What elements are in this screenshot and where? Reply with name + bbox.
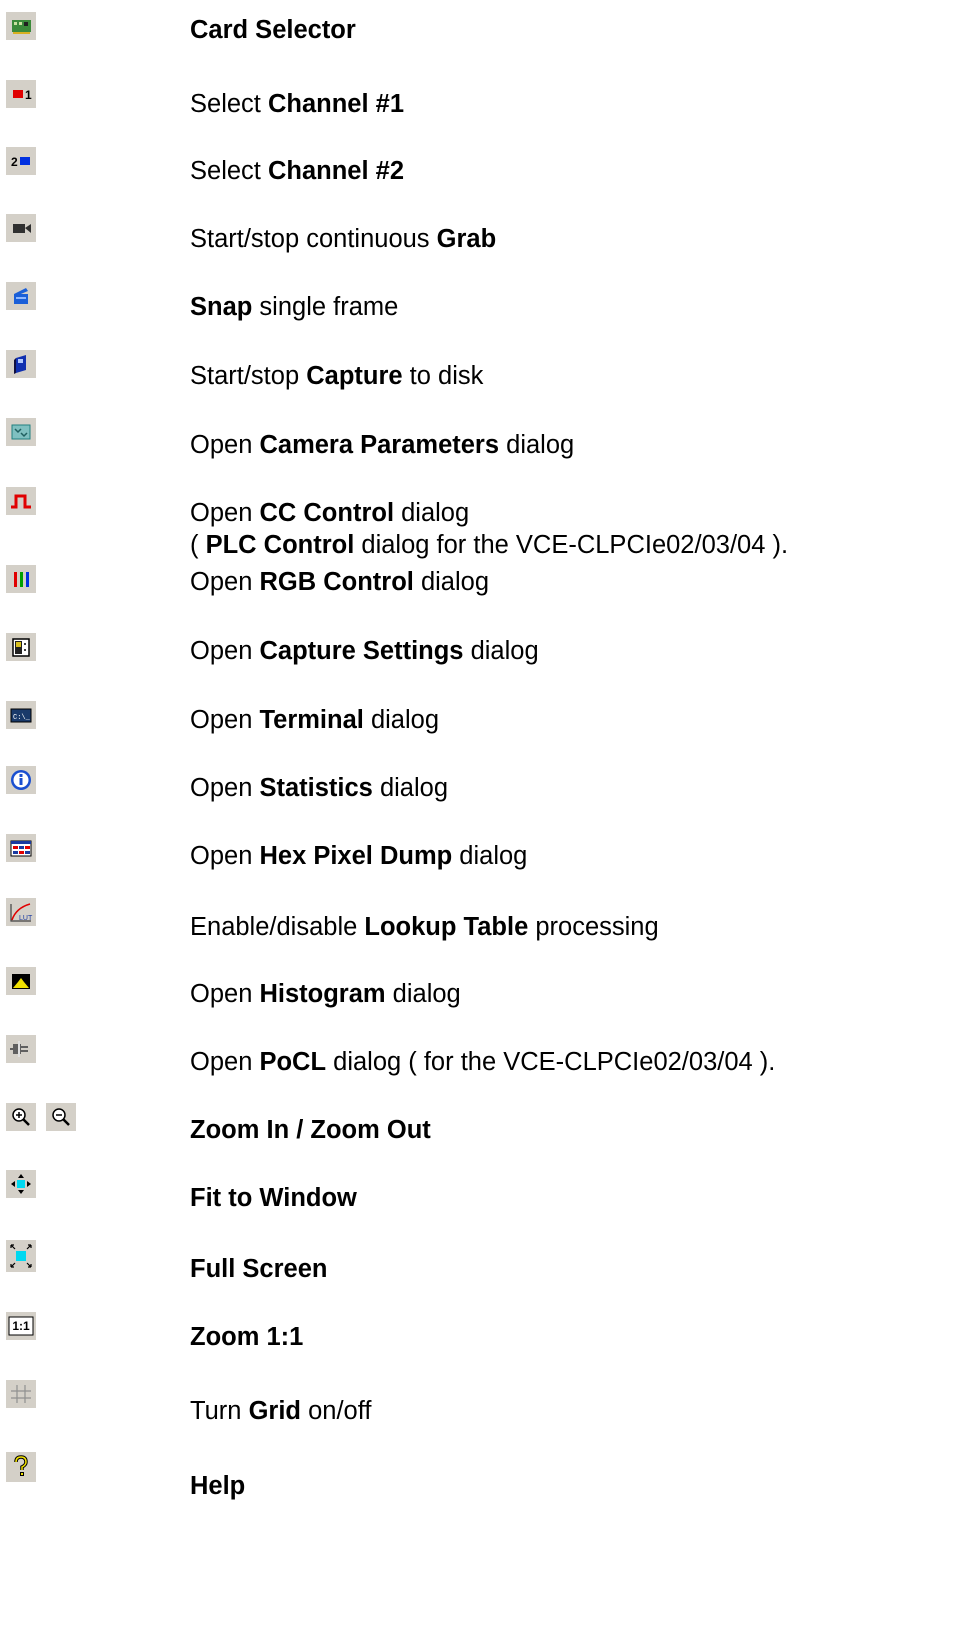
legend-text: Open Terminal dialog <box>190 706 440 734</box>
terminal-icon[interactable]: C:\_ <box>6 701 36 729</box>
zoom-1-1-icon-label: 1:1 <box>12 1319 30 1333</box>
legend-text: Snap single frame <box>190 293 399 321</box>
capture-icon[interactable] <box>6 350 36 378</box>
legend-text: Turn Grid on/off <box>190 1397 372 1425</box>
legend-text: Full Screen <box>190 1255 328 1283</box>
grid-icon[interactable] <box>6 1380 36 1408</box>
svg-text:1: 1 <box>25 88 32 102</box>
full-screen-icon[interactable] <box>6 1240 36 1272</box>
svg-text:2: 2 <box>11 155 18 169</box>
legend-text: Open Histogram dialog <box>190 980 461 1008</box>
zoom-1-1-icon[interactable]: 1:1 <box>6 1312 36 1340</box>
channel-2-icon[interactable]: 2 <box>6 147 36 175</box>
channel-1-icon[interactable]: 1 <box>6 80 36 108</box>
legend-text: Open Camera Parameters dialog <box>190 431 575 459</box>
help-icon[interactable] <box>6 1452 36 1482</box>
card-selector-icon[interactable] <box>6 12 36 40</box>
rgb-control-icon[interactable] <box>6 565 36 593</box>
legend-text: Open PoCL dialog ( for the VCE-CLPCIe02/… <box>190 1048 776 1076</box>
legend-text: Start/stop continuous Grab <box>190 225 497 253</box>
legend-text: Zoom In / Zoom Out <box>190 1116 431 1144</box>
legend-text: Open Hex Pixel Dump dialog <box>190 842 528 870</box>
svg-text:LUT: LUT <box>19 915 33 922</box>
pocl-icon[interactable] <box>6 1035 36 1063</box>
camera-parameters-icon[interactable] <box>6 418 36 446</box>
legend-text-line2: ( PLC Control dialog for the VCE-CLPCIe0… <box>190 531 789 559</box>
svg-text:C:\_: C:\_ <box>13 714 31 722</box>
legend-text: Select Channel #1 <box>190 90 405 118</box>
zoom-in-icon[interactable] <box>6 1103 36 1131</box>
cc-control-icon[interactable] <box>6 487 36 515</box>
fit-to-window-icon[interactable] <box>6 1170 36 1198</box>
legend-text: Zoom 1:1 <box>190 1323 304 1351</box>
zoom-out-icon[interactable] <box>46 1103 76 1131</box>
legend-text: Start/stop Capture to disk <box>190 362 484 390</box>
legend-text: Open Statistics dialog <box>190 774 449 802</box>
grab-camera-icon[interactable] <box>6 214 36 242</box>
legend-text: Open CC Control dialog <box>190 499 470 527</box>
statistics-icon[interactable] <box>6 766 36 794</box>
legend-text: Enable/disable Lookup Table processing <box>190 913 659 941</box>
legend-text: Card Selector <box>190 16 356 44</box>
legend-text: Help <box>190 1472 246 1500</box>
legend-text: Open Capture Settings dialog <box>190 637 539 665</box>
capture-settings-icon[interactable] <box>6 633 36 661</box>
legend-text: Fit to Window <box>190 1184 357 1212</box>
snap-icon[interactable] <box>6 282 36 310</box>
legend-text: Open RGB Control dialog <box>190 568 490 596</box>
legend-text: Select Channel #2 <box>190 157 405 185</box>
lookup-table-icon[interactable]: LUT <box>6 898 36 926</box>
hex-pixel-dump-icon[interactable] <box>6 834 36 862</box>
histogram-icon[interactable] <box>6 967 36 995</box>
